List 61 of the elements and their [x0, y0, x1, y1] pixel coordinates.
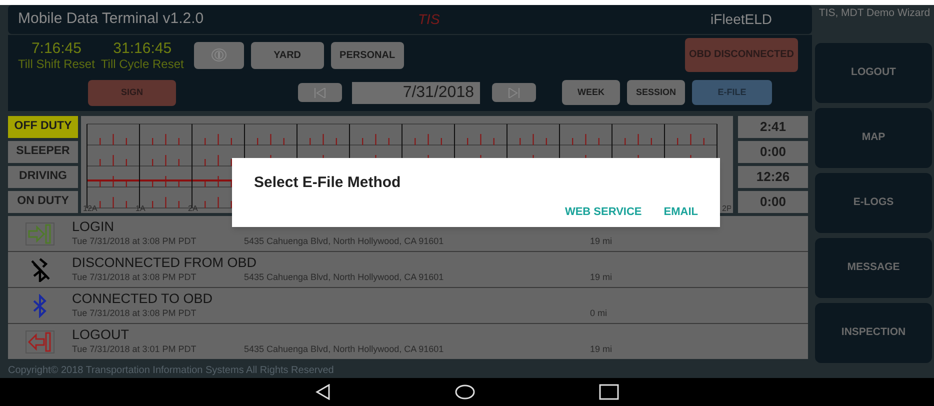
- window-title: Mobile Data Terminal v1.2.0: [18, 9, 205, 30]
- timer-value: 7:16:45: [31, 40, 82, 57]
- log-time: Tue 7/31/2018 at 3:08 PM PDT: [72, 235, 198, 248]
- log-entry[interactable]: CONNECTED TO OBD Tue 7/31/2018 at 3:08 PM PDT 0 mi: [8, 288, 808, 323]
- sidebar-button[interactable]: E-LOGS: [815, 173, 932, 233]
- hour-label: 2P: [722, 204, 731, 212]
- duty-status-label[interactable]: ON DUTY: [8, 191, 78, 213]
- timer-label: Till Shift Reset: [18, 56, 95, 71]
- dialog-title: Select E-File Method: [254, 173, 402, 193]
- log-distance: 19 mi: [590, 235, 612, 248]
- log-title: CONNECTED TO OBD: [72, 291, 214, 306]
- timer-label: Till Cycle Reset: [100, 56, 184, 71]
- back-icon[interactable]: [315, 384, 331, 400]
- log-distance: 19 mi: [590, 271, 612, 284]
- timer-value: 31:16:45: [113, 40, 172, 57]
- log-title: DISCONNECTED FROM OBD: [72, 255, 258, 270]
- duty-status-label[interactable]: DRIVING: [8, 166, 78, 188]
- log-time: Tue 7/31/2018 at 3:01 PM PDT: [72, 343, 198, 356]
- log-title: LOGIN: [72, 219, 116, 234]
- sidebar-button[interactable]: MESSAGE: [815, 238, 932, 298]
- log-entry[interactable]: LOGOUT Tue 7/31/2018 at 3:01 PM PDT 5435 Cahuenga Blvd, North Hollywood, CA 91601 19 mi: [8, 324, 808, 359]
- view-tab[interactable]: SESSION: [627, 80, 685, 106]
- brand-text: TIS: [418, 10, 440, 30]
- previous-day-button[interactable]: [298, 83, 342, 102]
- skip-back-icon: [314, 88, 326, 98]
- log-distance: 19 mi: [590, 343, 612, 356]
- sidebar-button[interactable]: LOGOUT: [815, 43, 932, 103]
- duty-total: 12:26: [738, 166, 808, 188]
- log-entry[interactable]: DISCONNECTED FROM OBD Tue 7/31/2018 at 3:08 PM PDT 5435 Cahuenga Blvd, North Hollywood, CA 91601 19 mi: [8, 252, 808, 287]
- duty-total: 0:00: [738, 191, 808, 213]
- mode-button[interactable]: YARD: [250, 42, 324, 69]
- hour-label: 1A: [136, 204, 146, 212]
- log-address: 5435 Cahuenga Blvd, North Hollywood, CA 91601: [244, 235, 445, 248]
- duty-status-label[interactable]: SLEEPER: [8, 141, 78, 163]
- mode-button[interactable]: PERSONAL: [330, 42, 404, 69]
- log-time: Tue 7/31/2018 at 3:08 PM PDT: [72, 307, 198, 320]
- info-icon: [210, 48, 227, 62]
- bluetooth-icon: [32, 294, 48, 318]
- duty-status-label[interactable]: OFF DUTY: [8, 116, 78, 138]
- user-name: TIS, MDT Demo Wizard: [818, 8, 932, 21]
- log-address: 5435 Cahuenga Blvd, North Hollywood, CA 91601: [244, 271, 445, 284]
- hour-label: 12A: [83, 204, 98, 212]
- bluetooth-off-icon: [29, 258, 51, 282]
- duty-total: 0:00: [738, 141, 808, 163]
- sidebar-button[interactable]: INSPECTION: [815, 303, 932, 363]
- copyright-text: Copyright© 2018 Transportation Information Systems All Rights Reserved: [8, 364, 335, 378]
- log-title: LOGOUT: [72, 327, 130, 342]
- log-time: Tue 7/31/2018 at 3:08 PM PDT: [72, 271, 198, 284]
- log-address: 5435 Cahuenga Blvd, North Hollywood, CA 91601: [244, 343, 445, 356]
- info-button[interactable]: [194, 42, 244, 69]
- home-icon[interactable]: [455, 384, 475, 400]
- duty-total: 2:41: [738, 116, 808, 138]
- log-distance: 0 mi: [590, 307, 608, 320]
- view-tab[interactable]: WEEK: [562, 80, 620, 106]
- next-day-button[interactable]: [492, 83, 536, 102]
- sidebar-button[interactable]: MAP: [815, 108, 932, 168]
- recent-apps-icon[interactable]: [599, 384, 619, 400]
- skip-forward-icon: [508, 88, 520, 98]
- date-field[interactable]: 7/31/2018: [352, 82, 480, 104]
- app-name: iFleetELD: [710, 10, 772, 30]
- hour-label: 2A: [188, 204, 198, 212]
